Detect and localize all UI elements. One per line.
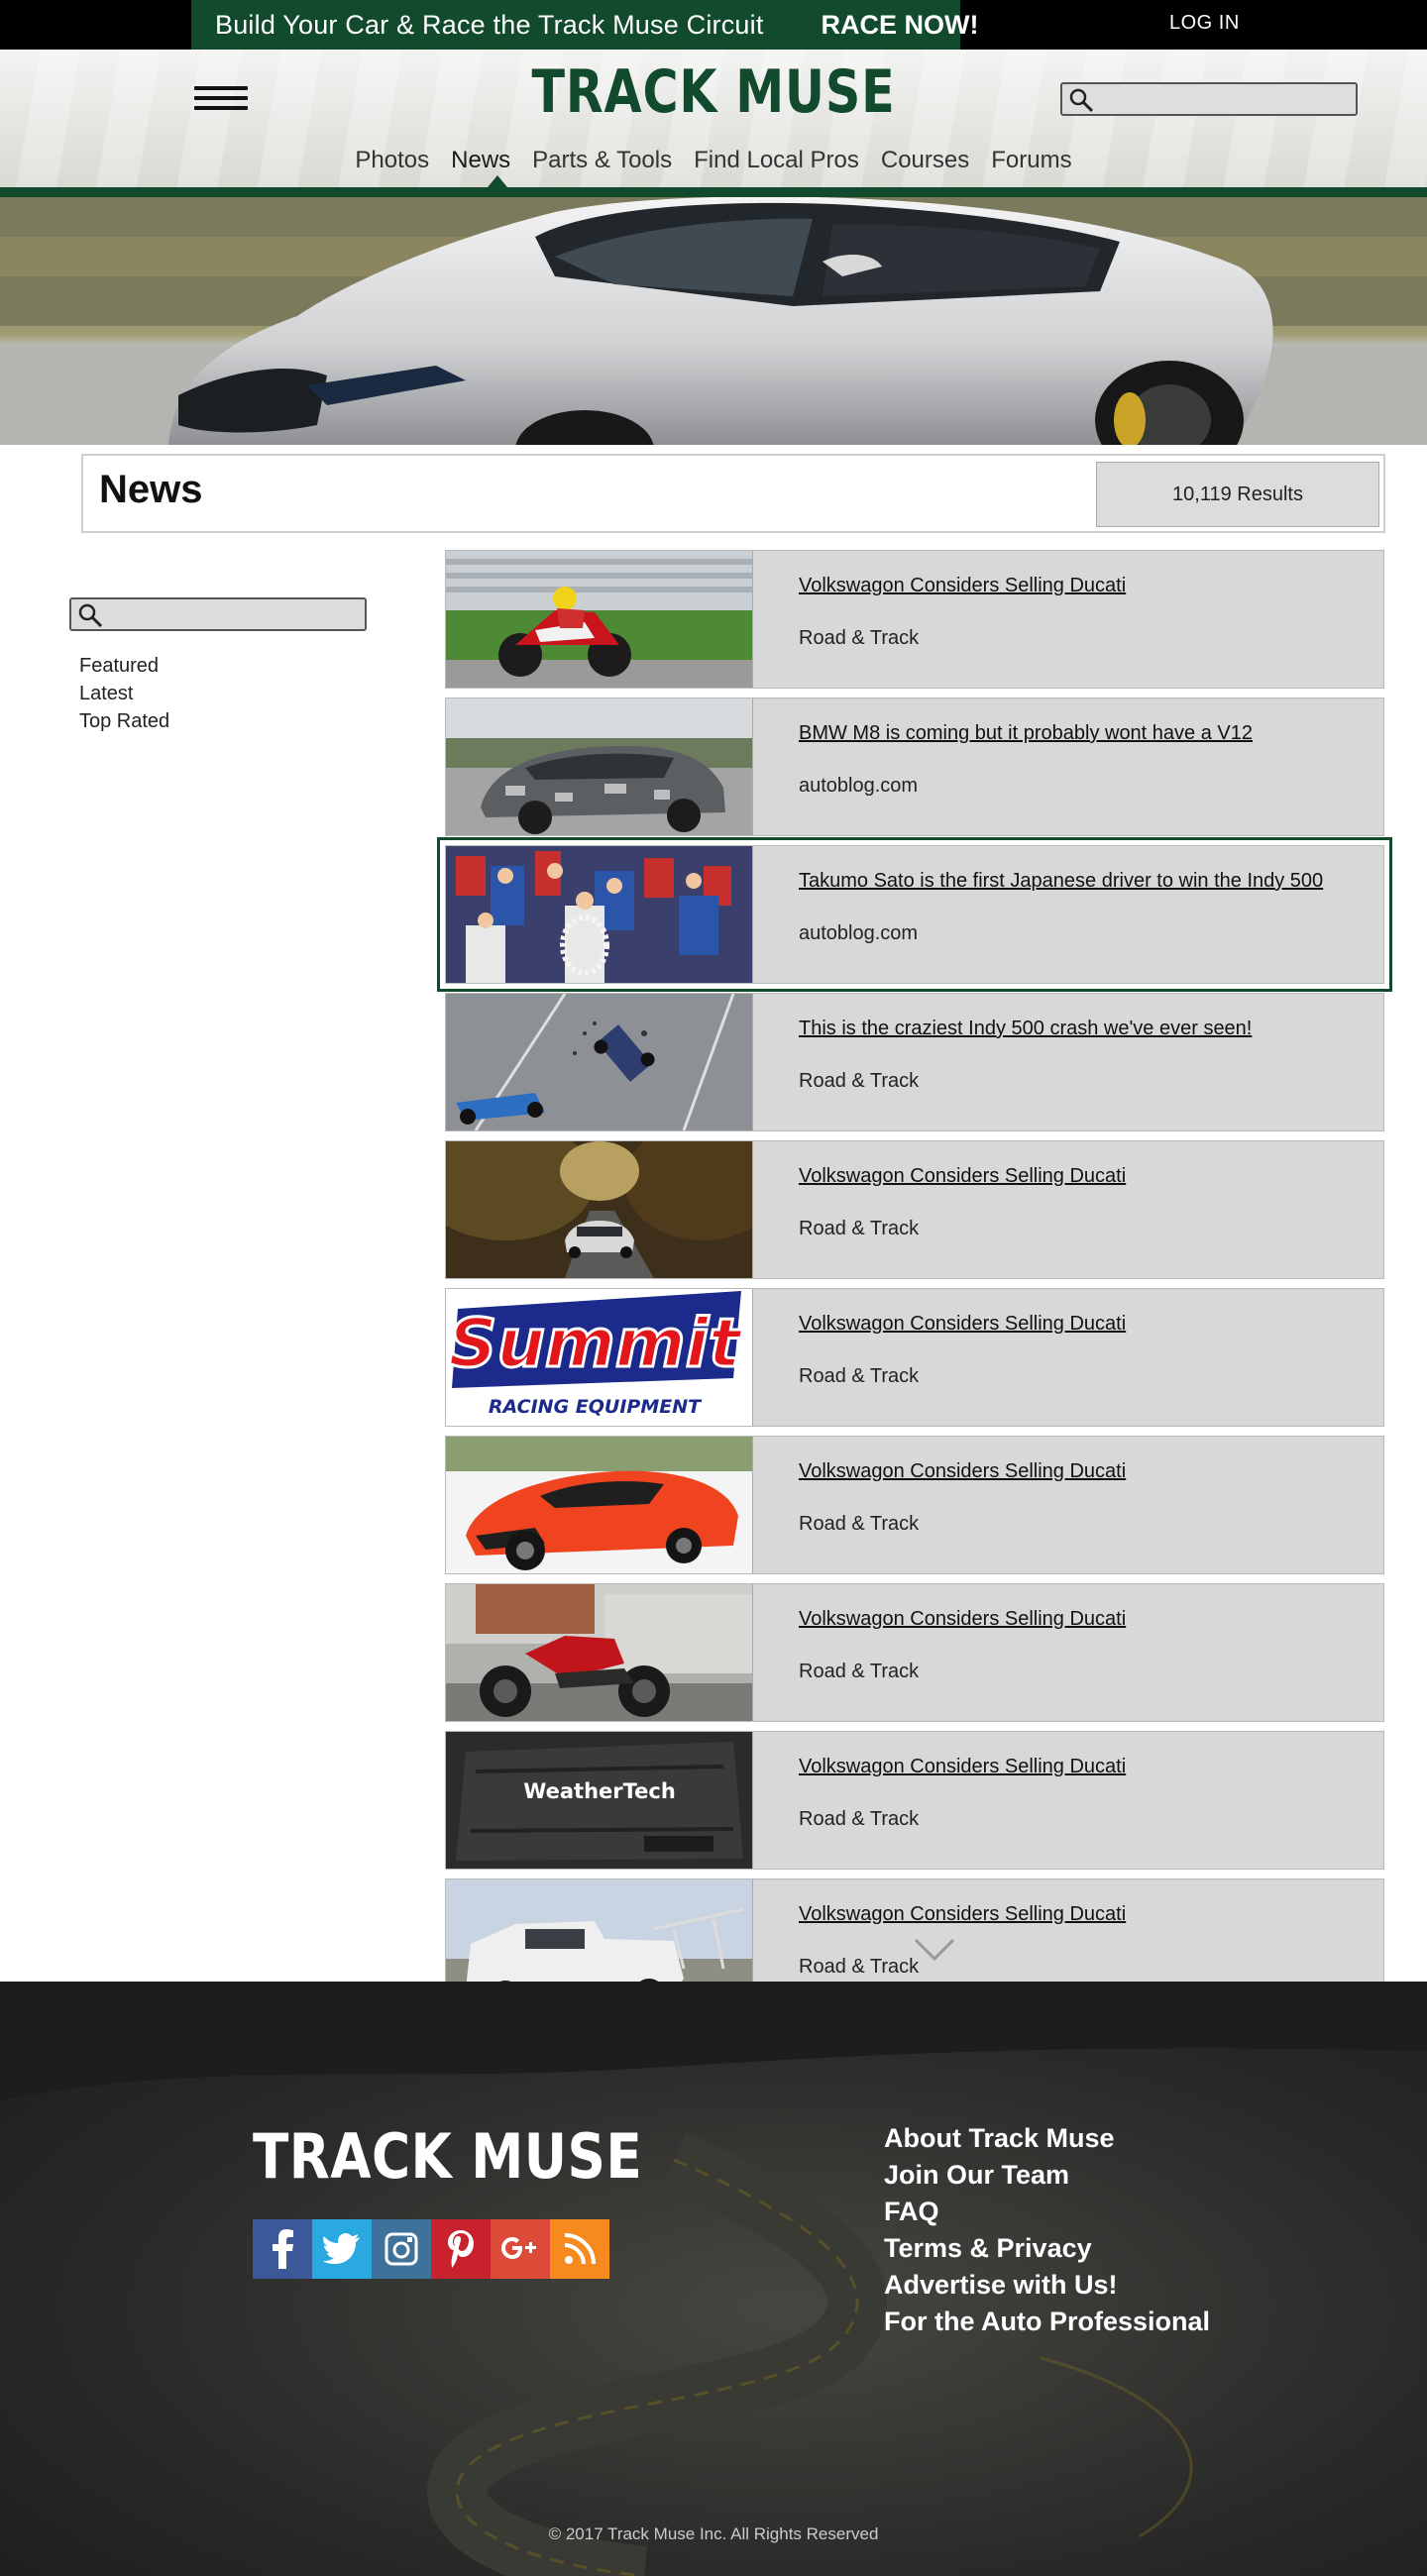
- article-source: Road & Track: [799, 1218, 920, 1239]
- nav-forums[interactable]: Forums: [991, 147, 1071, 174]
- nav-news[interactable]: News: [451, 147, 510, 174]
- sidebar-filters: Featured Latest Top Rated: [79, 652, 169, 735]
- article-thumbnail[interactable]: [446, 698, 753, 835]
- main-nav: Photos News Parts & Tools Find Local Pros Co…: [0, 147, 1427, 174]
- footer-link-faq[interactable]: FAQ: [884, 2194, 1210, 2230]
- filter-latest[interactable]: Latest: [79, 680, 169, 707]
- social-links: [253, 2219, 609, 2279]
- article-thumbnail[interactable]: [446, 994, 753, 1130]
- footer-link-terms[interactable]: Terms & Privacy: [884, 2230, 1210, 2267]
- login-link[interactable]: LOG IN: [1169, 12, 1240, 35]
- article-thumbnail[interactable]: [446, 551, 753, 688]
- list-item[interactable]: This is the craziest Indy 500 crash we'v…: [445, 993, 1384, 1131]
- filter-top-rated[interactable]: Top Rated: [79, 707, 169, 735]
- summit-logo-text: Summit: [449, 1305, 743, 1383]
- sidebar-search-input[interactable]: [69, 597, 367, 631]
- footer-link-advertise[interactable]: Advertise with Us!: [884, 2267, 1210, 2304]
- news-header: News 10,119 Results: [81, 454, 1385, 533]
- site-footer: TRACK MUSE About Track Muse Join Our Tea…: [0, 1982, 1427, 2576]
- article-headline[interactable]: BMW M8 is coming but it probably wont ha…: [799, 722, 1253, 745]
- article-headline[interactable]: Volkswagon Considers Selling Ducati: [799, 1313, 1126, 1336]
- header-divider: [0, 187, 1427, 197]
- nav-find-local-pros[interactable]: Find Local Pros: [694, 147, 859, 174]
- nav-photos[interactable]: Photos: [355, 147, 429, 174]
- summit-logo-subtext: RACING EQUIPMENT: [489, 1396, 703, 1418]
- article-source: Road & Track: [799, 1661, 920, 1682]
- facebook-icon[interactable]: [253, 2219, 312, 2279]
- nav-courses[interactable]: Courses: [881, 147, 969, 174]
- article-headline[interactable]: Volkswagon Considers Selling Ducati: [799, 1608, 1126, 1631]
- article-headline[interactable]: Volkswagon Considers Selling Ducati: [799, 1756, 1126, 1778]
- article-thumbnail[interactable]: WeatherTech: [446, 1732, 753, 1869]
- list-item[interactable]: Volkswagon Considers Selling Ducati Road…: [445, 1583, 1384, 1722]
- road-background-image: [0, 1982, 1427, 2576]
- promo-text: Build Your Car & Race the Track Muse Cir…: [215, 9, 764, 40]
- results-count: 10,119 Results: [1096, 462, 1379, 527]
- article-source: autoblog.com: [799, 775, 919, 797]
- hero-image: [0, 197, 1427, 445]
- article-source: Road & Track: [799, 1956, 920, 1978]
- article-source: autoblog.com: [799, 922, 919, 944]
- article-headline[interactable]: Volkswagon Considers Selling Ducati: [799, 1165, 1126, 1188]
- article-thumbnail[interactable]: Summit RACING EQUIPMENT: [446, 1289, 753, 1426]
- page: Build Your Car & Race the Track Muse Cir…: [0, 0, 1427, 2576]
- footer-link-about[interactable]: About Track Muse: [884, 2120, 1210, 2157]
- article-thumbnail[interactable]: [446, 1141, 753, 1278]
- article-source: Road & Track: [799, 1070, 920, 1092]
- google-plus-icon[interactable]: [491, 2219, 550, 2279]
- instagram-icon[interactable]: [372, 2219, 431, 2279]
- article-headline[interactable]: This is the craziest Indy 500 crash we'v…: [799, 1018, 1252, 1040]
- list-item[interactable]: WeatherTech Volkswagon Considers Selling…: [445, 1731, 1384, 1870]
- article-headline[interactable]: Volkswagon Considers Selling Ducati: [799, 575, 1126, 597]
- article-source: Road & Track: [799, 1513, 920, 1535]
- promo-banner[interactable]: Build Your Car & Race the Track Muse Cir…: [191, 0, 979, 50]
- rss-icon[interactable]: [550, 2219, 609, 2279]
- article-headline[interactable]: Volkswagon Considers Selling Ducati: [799, 1903, 1126, 1926]
- article-thumbnail[interactable]: [446, 1437, 753, 1573]
- article-thumbnail[interactable]: [446, 846, 753, 983]
- footer-link-join[interactable]: Join Our Team: [884, 2157, 1210, 2194]
- search-icon: [1069, 88, 1094, 113]
- footer-logo[interactable]: TRACK MUSE: [253, 2120, 642, 2193]
- chevron-down-icon[interactable]: [913, 1937, 956, 1963]
- article-headline[interactable]: Takumo Sato is the first Japanese driver…: [799, 870, 1323, 893]
- twitter-icon[interactable]: [312, 2219, 372, 2279]
- list-item[interactable]: Volkswagon Considers Selling Ducati Road…: [445, 1140, 1384, 1279]
- article-source: Road & Track: [799, 1808, 920, 1830]
- site-header: TRACK MUSE Photos News Parts & Tools Find L…: [0, 50, 1427, 188]
- nav-parts-tools[interactable]: Parts & Tools: [532, 147, 672, 174]
- top-bar: Build Your Car & Race the Track Muse Cir…: [0, 0, 1427, 50]
- article-source: Road & Track: [799, 627, 920, 649]
- header-search-input[interactable]: [1060, 82, 1358, 116]
- active-nav-indicator: [488, 175, 507, 187]
- article-source: Road & Track: [799, 1365, 920, 1387]
- weathertech-logo-text: WeatherTech: [523, 1779, 676, 1803]
- article-headline[interactable]: Volkswagon Considers Selling Ducati: [799, 1460, 1126, 1483]
- copyright: © 2017 Track Muse Inc. All Rights Reserv…: [548, 2524, 879, 2543]
- list-item[interactable]: Volkswagon Considers Selling Ducati Road…: [445, 1436, 1384, 1574]
- footer-links: About Track Muse Join Our Team FAQ Terms…: [884, 2120, 1210, 2340]
- list-item[interactable]: BMW M8 is coming but it probably wont ha…: [445, 698, 1384, 836]
- list-item[interactable]: Takumo Sato is the first Japanese driver…: [437, 837, 1392, 992]
- filter-featured[interactable]: Featured: [79, 652, 169, 680]
- article-thumbnail[interactable]: [446, 1584, 753, 1721]
- search-icon: [78, 603, 103, 628]
- list-item[interactable]: Volkswagon Considers Selling Ducati Road…: [445, 550, 1384, 689]
- page-title: News: [99, 468, 203, 511]
- race-now-button[interactable]: RACE NOW!: [822, 10, 979, 41]
- list-item[interactable]: Summit RACING EQUIPMENT Volkswagon Consi…: [445, 1288, 1384, 1427]
- footer-link-auto-pro[interactable]: For the Auto Professional: [884, 2304, 1210, 2340]
- pinterest-icon[interactable]: [431, 2219, 491, 2279]
